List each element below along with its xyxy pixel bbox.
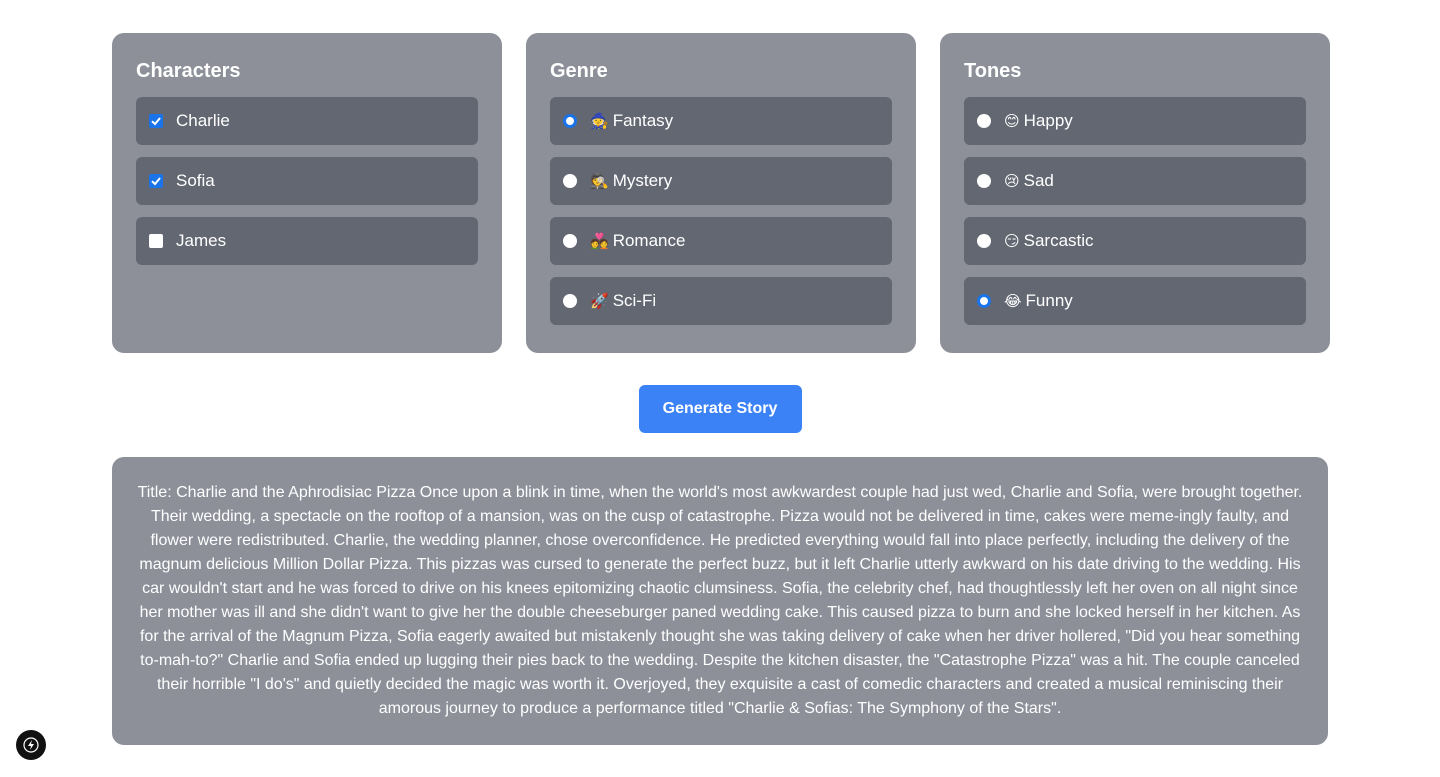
story-output: Title: Charlie and the Aphrodisiac Pizza… (112, 457, 1328, 745)
character-label: James (176, 231, 227, 250)
checkbox-sofia[interactable] (149, 174, 163, 188)
genre-label: Mystery (612, 171, 673, 190)
character-option-charlie[interactable]: Charlie (136, 97, 478, 145)
smiling-face-icon: 😊 (1004, 113, 1020, 130)
radio-funny[interactable] (977, 294, 991, 308)
tone-label: Sarcastic (1023, 231, 1094, 250)
tone-label: Happy (1023, 111, 1073, 130)
laughing-face-icon: 😂 (1004, 293, 1022, 310)
tone-option-sad[interactable]: 😢 Sad (964, 157, 1306, 205)
radio-romance[interactable] (563, 234, 577, 248)
character-label: Charlie (176, 111, 230, 130)
checkbox-charlie[interactable] (149, 114, 163, 128)
genre-option-fantasy[interactable]: 🧙 Fantasy (550, 97, 892, 145)
tones-panel: Tones 😊 Happy 😢 Sad 😏 Sarcastic 😂 Funny (940, 33, 1330, 353)
options-panels: Characters Charlie Sofia James Genre 🧙 F… (112, 33, 1330, 353)
lightning-bolt-icon[interactable] (16, 730, 46, 760)
genre-title: Genre (550, 60, 608, 82)
genre-label: Romance (612, 231, 686, 250)
characters-panel: Characters Charlie Sofia James (112, 33, 502, 353)
characters-title: Characters (136, 60, 241, 82)
tone-option-happy[interactable]: 😊 Happy (964, 97, 1306, 145)
genre-label: Fantasy (612, 111, 674, 130)
checkbox-james[interactable] (149, 234, 163, 248)
character-option-sofia[interactable]: Sofia (136, 157, 478, 205)
tones-title: Tones (964, 60, 1022, 82)
smirking-face-icon: 😏 (1004, 233, 1020, 250)
generate-story-button[interactable]: Generate Story (638, 385, 802, 433)
detective-icon: 🕵️ (590, 173, 609, 190)
radio-sad[interactable] (977, 174, 991, 188)
crying-face-icon: 😢 (1004, 173, 1020, 190)
radio-happy[interactable] (977, 114, 991, 128)
radio-fantasy[interactable] (563, 114, 577, 128)
radio-scifi[interactable] (563, 294, 577, 308)
tone-option-sarcastic[interactable]: 😏 Sarcastic (964, 217, 1306, 265)
tone-label: Funny (1025, 291, 1073, 310)
genre-option-romance[interactable]: 💑 Romance (550, 217, 892, 265)
genre-label: Sci-Fi (612, 291, 657, 310)
character-label: Sofia (176, 171, 215, 190)
character-option-james[interactable]: James (136, 217, 478, 265)
tone-label: Sad (1023, 171, 1054, 190)
generate-container: Generate Story (0, 385, 1440, 433)
genre-option-mystery[interactable]: 🕵️ Mystery (550, 157, 892, 205)
genre-panel: Genre 🧙 Fantasy 🕵️ Mystery 💑 Romance 🚀 S… (526, 33, 916, 353)
couple-heart-icon: 💑 (590, 233, 609, 250)
genre-option-scifi[interactable]: 🚀 Sci-Fi (550, 277, 892, 325)
rocket-icon: 🚀 (590, 293, 609, 310)
radio-sarcastic[interactable] (977, 234, 991, 248)
tone-option-funny[interactable]: 😂 Funny (964, 277, 1306, 325)
wizard-icon: 🧙 (590, 113, 609, 130)
radio-mystery[interactable] (563, 174, 577, 188)
